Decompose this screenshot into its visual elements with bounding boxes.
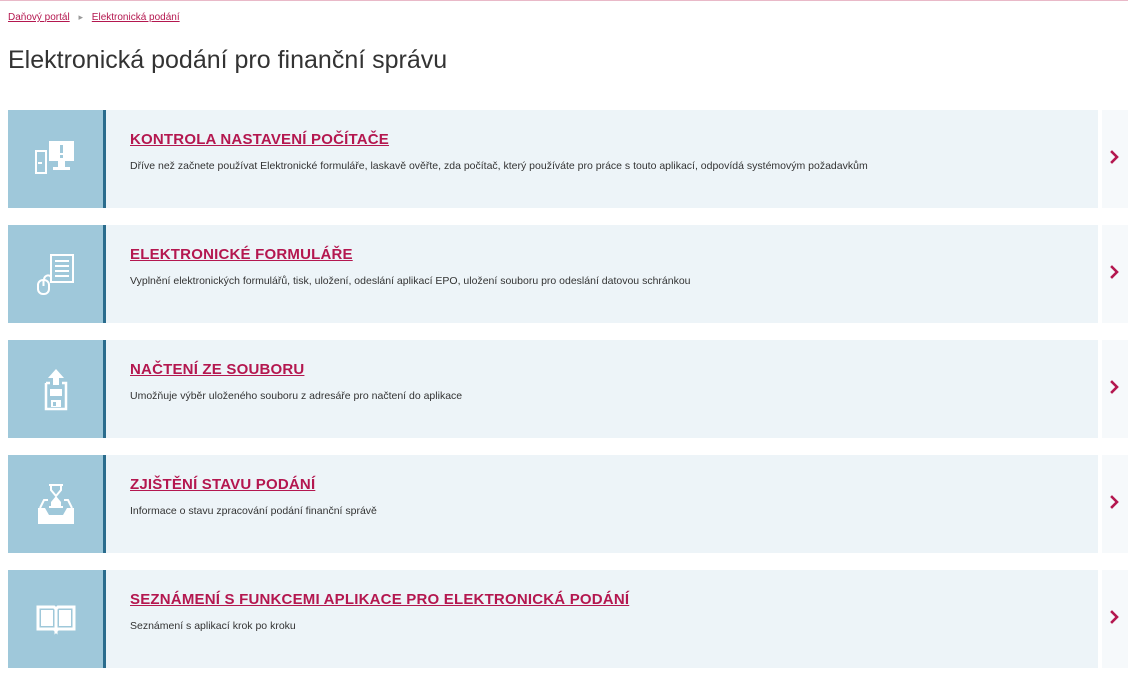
tile-arrow-button[interactable]: [1102, 340, 1128, 438]
tile-icon-panel: [8, 455, 103, 553]
tile-arrow-button[interactable]: [1102, 455, 1128, 553]
tile-description: Informace o stavu zpracování podání fina…: [130, 505, 377, 517]
open-book-icon: [34, 597, 78, 641]
computer-check-icon: [34, 137, 78, 181]
hourglass-inbox-icon: [34, 482, 78, 526]
breadcrumb-link-danovy-portal[interactable]: Daňový portál: [8, 12, 70, 23]
tile-arrow-button[interactable]: [1102, 225, 1128, 323]
tile-arrow-button[interactable]: [1102, 570, 1128, 668]
tile-body: ZJIŠTĚNÍ STAVU PODÁNÍ Informace o stavu …: [103, 455, 1098, 553]
tile-icon-panel: [8, 570, 103, 668]
chevron-right-icon: [1110, 149, 1120, 169]
breadcrumb-separator-icon: ▸: [78, 12, 84, 22]
form-mouse-icon: [34, 252, 78, 296]
tile-icon-panel: [8, 225, 103, 323]
tile-title-link[interactable]: NAČTENÍ ZE SOUBORU: [130, 361, 304, 378]
tile-arrow-button[interactable]: [1102, 110, 1128, 208]
tile-zjisteni-stavu[interactable]: ZJIŠTĚNÍ STAVU PODÁNÍ Informace o stavu …: [8, 455, 1128, 553]
upload-file-icon: [34, 367, 78, 411]
breadcrumb-link-elektronicka-podani[interactable]: Elektronická podání: [92, 12, 180, 23]
chevron-right-icon: [1110, 609, 1120, 629]
tile-elektronicke-formulare[interactable]: ELEKTRONICKÉ FORMULÁŘE Vyplnění elektron…: [8, 225, 1128, 323]
tile-title-link[interactable]: ZJIŠTĚNÍ STAVU PODÁNÍ: [130, 476, 315, 493]
top-divider: [0, 0, 1128, 1]
tile-icon-panel: [8, 340, 103, 438]
tile-title-link[interactable]: KONTROLA NASTAVENÍ POČÍTAČE: [130, 131, 389, 148]
tile-nacteni-ze-souboru[interactable]: NAČTENÍ ZE SOUBORU Umožňuje výběr uložen…: [8, 340, 1128, 438]
tile-list: KONTROLA NASTAVENÍ POČÍTAČE Dříve než za…: [8, 110, 1128, 685]
chevron-right-icon: [1110, 379, 1120, 399]
tile-description: Seznámení s aplikací krok po kroku: [130, 620, 296, 632]
chevron-right-icon: [1110, 494, 1120, 514]
tile-title-link[interactable]: SEZNÁMENÍ S FUNKCEMI APLIKACE PRO ELEKTR…: [130, 591, 629, 608]
tile-body: SEZNÁMENÍ S FUNKCEMI APLIKACE PRO ELEKTR…: [103, 570, 1098, 668]
breadcrumb: Daňový portál ▸ Elektronická podání: [8, 10, 180, 25]
page-title: Elektronická podání pro finanční správu: [8, 46, 448, 74]
tile-body: NAČTENÍ ZE SOUBORU Umožňuje výběr uložen…: [103, 340, 1098, 438]
tile-icon-panel: [8, 110, 103, 208]
tile-kontrola-nastaveni[interactable]: KONTROLA NASTAVENÍ POČÍTAČE Dříve než za…: [8, 110, 1128, 208]
tile-title-link[interactable]: ELEKTRONICKÉ FORMULÁŘE: [130, 246, 353, 263]
tile-body: ELEKTRONICKÉ FORMULÁŘE Vyplnění elektron…: [103, 225, 1098, 323]
chevron-right-icon: [1110, 264, 1120, 284]
tile-description: Dříve než začnete používat Elektronické …: [130, 160, 868, 172]
tile-body: KONTROLA NASTAVENÍ POČÍTAČE Dříve než za…: [103, 110, 1098, 208]
tile-seznameni-s-funkcemi[interactable]: SEZNÁMENÍ S FUNKCEMI APLIKACE PRO ELEKTR…: [8, 570, 1128, 668]
tile-description: Vyplnění elektronických formulářů, tisk,…: [130, 275, 691, 287]
tile-description: Umožňuje výběr uloženého souboru z adres…: [130, 390, 463, 402]
